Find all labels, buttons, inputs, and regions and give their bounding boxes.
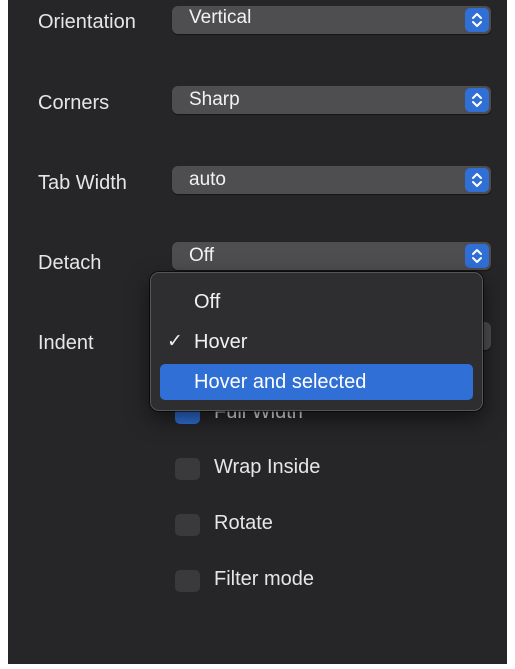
orientation-stepper-icon: [465, 8, 489, 32]
indent-label: Indent: [38, 332, 94, 354]
tab-width-stepper-icon: [465, 168, 489, 192]
detach-label: Detach: [38, 252, 102, 274]
detach-stepper-icon: [465, 244, 489, 268]
tab-width-label: Tab Width: [38, 172, 127, 194]
wrap-inside-checkbox[interactable]: [175, 458, 200, 480]
corners-value: Sharp: [189, 89, 240, 110]
orientation-value: Vertical: [189, 7, 252, 28]
corners-label: Corners: [38, 92, 110, 114]
orientation-popup[interactable]: Vertical: [172, 6, 491, 34]
detach-dropdown-menu: Off ✓ Hover Hover and selected: [150, 272, 483, 411]
tab-width-popup[interactable]: auto: [172, 166, 491, 194]
orientation-label: Orientation: [38, 11, 136, 33]
tab-width-value: auto: [189, 169, 226, 190]
wrap-inside-label: Wrap Inside: [214, 456, 321, 478]
menu-item-off[interactable]: Off: [160, 284, 473, 320]
checkmark-icon: ✓: [167, 331, 183, 352]
menu-item-hover-and-selected-label: Hover and selected: [194, 371, 367, 393]
filter-mode-checkbox[interactable]: [175, 570, 200, 592]
settings-panel: Orientation Vertical Corners Sharp Tab W…: [8, 0, 507, 664]
detach-value: Off: [189, 245, 214, 266]
corners-stepper-icon: [465, 88, 489, 112]
filter-mode-label: Filter mode: [214, 568, 315, 590]
menu-item-off-label: Off: [194, 291, 221, 313]
corners-popup[interactable]: Sharp: [172, 86, 491, 114]
rotate-label: Rotate: [214, 512, 273, 534]
menu-item-hover[interactable]: ✓ Hover: [160, 324, 473, 360]
menu-item-hover-and-selected[interactable]: Hover and selected: [160, 364, 473, 400]
rotate-checkbox[interactable]: [175, 514, 200, 536]
detach-popup[interactable]: Off: [172, 242, 491, 270]
menu-item-hover-label: Hover: [194, 331, 248, 353]
